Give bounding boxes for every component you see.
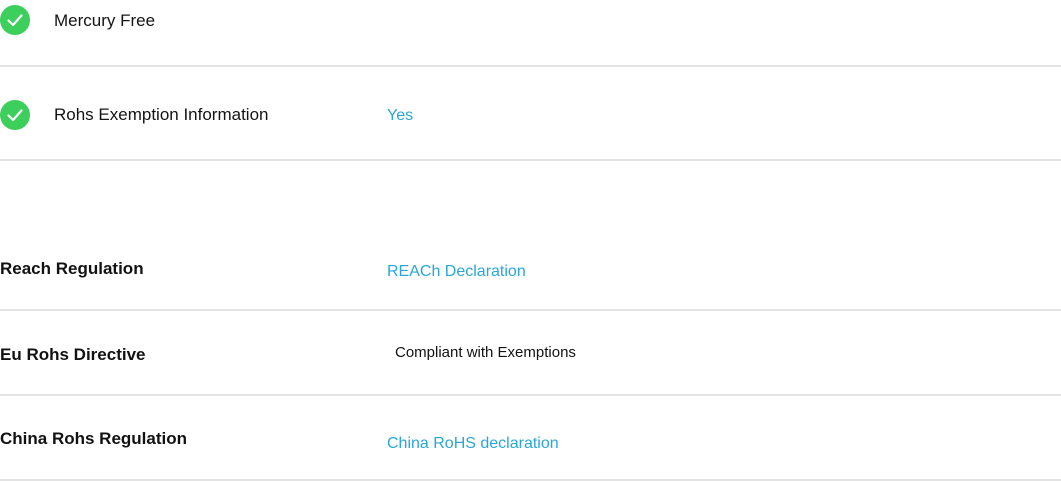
divider (0, 309, 1061, 311)
divider (0, 159, 1061, 161)
check-circle-icon (0, 100, 30, 130)
reach-declaration-link[interactable]: REACh Declaration (387, 262, 526, 282)
regulation-label: Eu Rohs Directive (0, 345, 146, 364)
divider (0, 65, 1061, 67)
check-circle-icon (0, 5, 30, 35)
environmental-compliance-panel: Mercury Free Rohs Exemption Information … (0, 0, 1061, 482)
divider (0, 394, 1061, 396)
feature-label: Mercury Free (54, 11, 156, 30)
regulation-label: Reach Regulation (0, 259, 144, 278)
china-rohs-declaration-link[interactable]: China RoHS declaration (387, 434, 559, 454)
rohs-exemption-yes-link[interactable]: Yes (387, 106, 413, 126)
regulation-label: China Rohs Regulation (0, 429, 187, 448)
feature-label: Rohs Exemption Information (54, 105, 269, 124)
divider (0, 479, 1061, 481)
regulation-value: Compliant with Exemptions (395, 344, 576, 361)
